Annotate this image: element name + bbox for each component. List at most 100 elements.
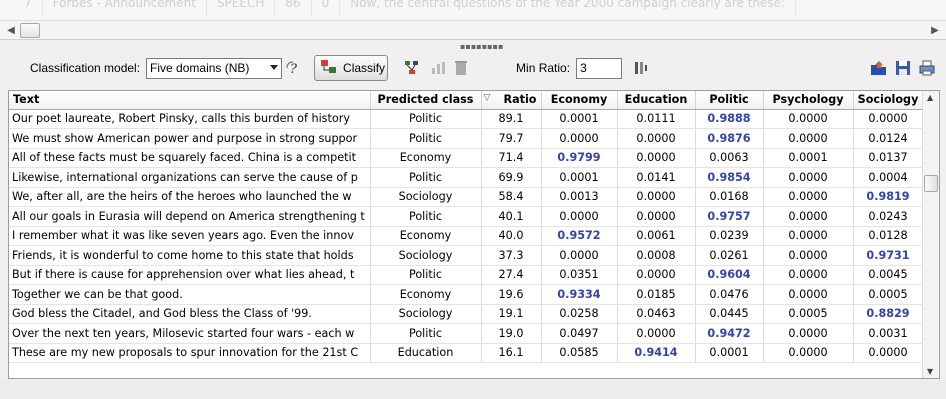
cell-ratio: 16.1: [481, 343, 542, 363]
cell-ratio: 19.0: [481, 323, 542, 344]
previous-row-cell: 86: [275, 0, 312, 16]
print-icon[interactable]: [916, 57, 938, 79]
scroll-left-icon[interactable]: ◀: [4, 24, 18, 38]
cell-predicted-class: Politic: [370, 109, 482, 129]
cell-politic: 0.0063: [695, 148, 764, 168]
col-header-politic[interactable]: Politic: [695, 91, 764, 110]
scroll-down-icon[interactable]: ▼: [927, 367, 933, 376]
col-header-economy[interactable]: Economy: [541, 91, 618, 110]
cell-predicted-class: Politic: [370, 265, 482, 285]
table-row[interactable]: But if there is cause for apprehension o…: [9, 265, 924, 285]
cell-text: Our poet laureate, Robert Pinsky, calls …: [9, 109, 371, 129]
cell-ratio: 71.4: [481, 148, 542, 168]
cell-education: 0.0000: [617, 206, 696, 227]
scroll-up-icon[interactable]: ▲: [927, 93, 933, 102]
chart-icon[interactable]: [428, 57, 450, 79]
trash-icon[interactable]: [450, 57, 472, 79]
table-row[interactable]: All our goals in Eurasia will depend on …: [9, 206, 924, 227]
col-header-ratio-label: Ratio: [503, 93, 537, 107]
cell-text: Together we can be that good.: [9, 284, 371, 305]
table-row[interactable]: God bless the Citadel, and God bless the…: [9, 304, 924, 324]
cell-psychology: 0.0000: [763, 109, 854, 129]
col-header-text[interactable]: Text: [9, 91, 371, 110]
model-select-value: Five domains (NB): [150, 61, 250, 75]
cell-predicted-class: Politic: [370, 206, 482, 227]
save-icon[interactable]: [892, 57, 914, 79]
col-header-predicted-class[interactable]: Predicted class: [370, 91, 482, 110]
table-row[interactable]: We, after all, are the heirs of the hero…: [9, 187, 924, 207]
cell-education: 0.0000: [617, 323, 696, 344]
tree-icon[interactable]: [402, 57, 424, 79]
classify-button[interactable]: Classify: [314, 55, 389, 81]
table-row[interactable]: Over the next ten years, Milosevic start…: [9, 323, 924, 344]
cell-psychology: 0.0000: [763, 128, 854, 149]
previous-row-cell: 0: [312, 0, 341, 16]
cell-psychology: 0.0000: [763, 284, 854, 305]
results-grid: Text Predicted class ▽ Ratio Economy Edu…: [9, 91, 924, 363]
table-row[interactable]: All of these facts must be squarely face…: [9, 148, 924, 168]
cell-predicted-class: Education: [370, 343, 482, 363]
cell-predicted-class: Sociology: [370, 304, 482, 324]
chevron-down-icon: [270, 64, 279, 70]
open-folder-icon[interactable]: [868, 57, 890, 79]
cell-sociology: 0.0000: [853, 109, 924, 129]
cell-text: I remember what it was like seven years …: [9, 226, 371, 246]
table-row[interactable]: Friends, it is wonderful to come home to…: [9, 245, 924, 266]
cell-education: 0.0000: [617, 187, 696, 207]
col-header-psychology[interactable]: Psychology: [763, 91, 854, 110]
scroll-right-icon[interactable]: ▶: [928, 24, 942, 38]
horizontal-scrollbar[interactable]: ◀ ▶: [0, 20, 946, 40]
cell-sociology: 0.0004: [853, 167, 924, 188]
cell-psychology: 0.0005: [763, 304, 854, 324]
cell-psychology: 0.0000: [763, 167, 854, 188]
cell-text: All of these facts must be squarely face…: [9, 148, 371, 168]
cell-politic: 0.9604: [695, 265, 764, 285]
minratio-input[interactable]: 3: [576, 57, 623, 79]
cell-economy: 0.0001: [541, 167, 618, 188]
cell-text: All our goals in Eurasia will depend on …: [9, 206, 371, 227]
vertical-scrollbar[interactable]: ▲ ▼: [922, 91, 939, 378]
svg-text:?: ?: [290, 62, 298, 77]
cell-politic: 0.0261: [695, 245, 764, 266]
columns-icon[interactable]: [630, 57, 652, 79]
cell-ratio: 89.1: [481, 109, 542, 129]
cell-sociology: 0.0045: [853, 265, 924, 285]
cell-economy: 0.0000: [541, 245, 618, 266]
table-row[interactable]: These are my new proposals to spur innov…: [9, 343, 924, 363]
vertical-scrollbar-thumb[interactable]: [924, 175, 938, 192]
cell-sociology: 0.0005: [853, 284, 924, 305]
table-row[interactable]: We must show American power and purpose …: [9, 128, 924, 149]
col-header-ratio[interactable]: ▽ Ratio: [481, 91, 542, 110]
previous-row-cells: 7 Forbes - Announcement SPEECH 86 0 Now, the …: [14, 0, 797, 16]
table-row[interactable]: I remember what it was like seven years …: [9, 226, 924, 246]
cell-sociology: 0.0137: [853, 148, 924, 168]
question-icon[interactable]: ?: [282, 57, 304, 79]
cell-politic: 0.9854: [695, 167, 764, 188]
cell-politic: 0.0445: [695, 304, 764, 324]
col-header-sociology[interactable]: Sociology: [853, 91, 924, 110]
cell-predicted-class: Economy: [370, 284, 482, 305]
table-row[interactable]: Together we can be that good. Economy 19.6…: [9, 284, 924, 305]
cell-ratio: 40.0: [481, 226, 542, 246]
cell-education: 0.0000: [617, 265, 696, 285]
cell-politic: 0.9876: [695, 128, 764, 149]
cell-predicted-class: Sociology: [370, 187, 482, 207]
toolbar: Classification model: Five domains (NB) …: [8, 50, 938, 86]
cell-predicted-class: Economy: [370, 148, 482, 168]
table-row[interactable]: Likewise, international organizations ca…: [9, 167, 924, 188]
col-header-education[interactable]: Education: [617, 91, 696, 110]
cell-psychology: 0.0000: [763, 187, 854, 207]
cell-economy: 0.0000: [541, 206, 618, 227]
cell-economy: 0.0497: [541, 323, 618, 344]
scrollbar-thumb[interactable]: [20, 23, 40, 38]
cell-economy: 0.9799: [541, 148, 618, 168]
cell-economy: 0.0001: [541, 109, 618, 129]
model-label: Classification model:: [30, 61, 141, 75]
model-select[interactable]: Five domains (NB): [146, 57, 283, 79]
cell-predicted-class: Politic: [370, 128, 482, 149]
cell-education: 0.9414: [617, 343, 696, 363]
cell-economy: 0.0258: [541, 304, 618, 324]
cell-politic: 0.9757: [695, 206, 764, 227]
cell-text: We, after all, are the heirs of the hero…: [9, 187, 371, 207]
table-row[interactable]: Our poet laureate, Robert Pinsky, calls …: [9, 109, 924, 129]
